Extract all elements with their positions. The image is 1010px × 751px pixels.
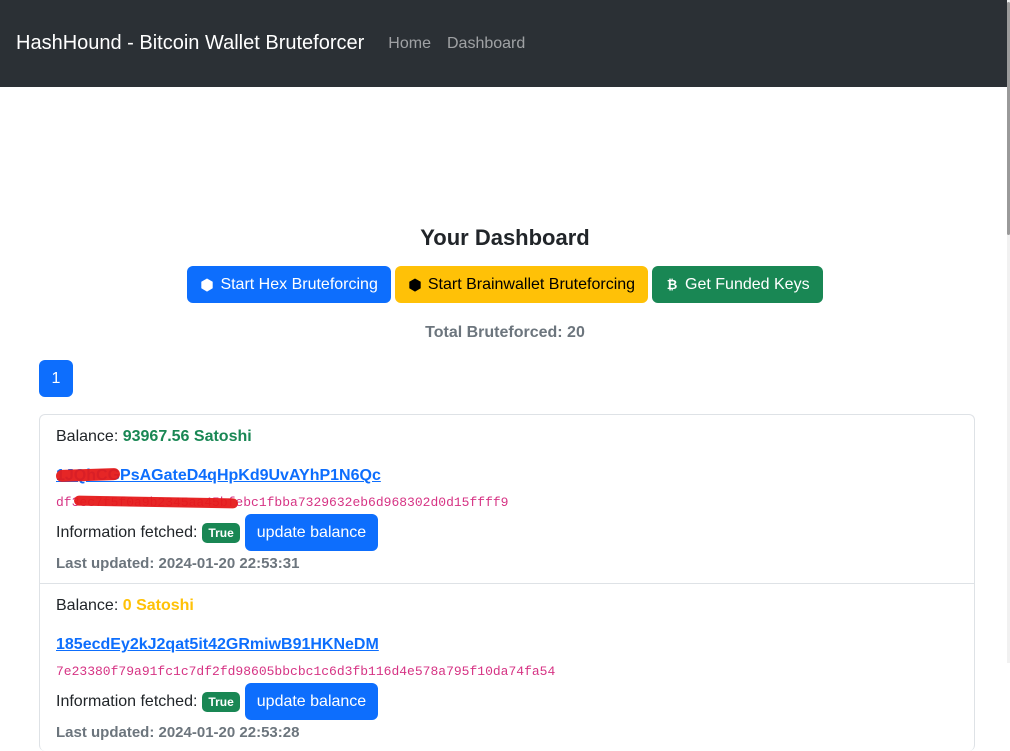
hexagon-filled-icon	[408, 277, 422, 292]
navbar: HashHound - Bitcoin Wallet Bruteforcer H…	[0, 0, 1010, 87]
balance-label: Balance:	[56, 597, 119, 614]
last-updated: Last updated: 2024-01-20 22:53:31	[56, 555, 300, 572]
navbar-brand[interactable]: HashHound - Bitcoin Wallet Bruteforcer	[16, 32, 364, 55]
wallet-list: Balance: 93967.56 Satoshi 1JQhCGPsAGateD…	[39, 414, 975, 751]
info-fetched-row: Information fetched: True update balance	[56, 514, 379, 551]
total-bruteforced: Total Bruteforced: 20	[425, 324, 585, 341]
nav-link-dashboard[interactable]: Dashboard	[447, 35, 525, 53]
bitcoin-icon: ₿	[666, 276, 678, 292]
fetched-status-badge: True	[202, 691, 240, 712]
info-fetched-row: Information fetched: True update balance	[56, 683, 379, 720]
wallet-address-link[interactable]: 185ecdEy2kJ2qat5it42GRmiwB91HKNeDM	[56, 636, 379, 654]
info-fetched-label: Information fetched:	[56, 692, 198, 710]
start-hex-bruteforcing-button[interactable]: Start Hex Bruteforcing	[187, 266, 391, 303]
balance-line: Balance: 0 Satoshi	[56, 597, 194, 615]
balance-label: Balance:	[56, 428, 119, 445]
get-funded-keys-button[interactable]: ₿ Get Funded Keys	[652, 266, 823, 303]
balance-amount: 93967.56 Satoshi	[122, 428, 252, 445]
nav-link-home[interactable]: Home	[388, 35, 431, 53]
page-title: Your Dashboard	[420, 225, 590, 250]
balance-amount: 0 Satoshi	[122, 597, 194, 614]
pagination-page-1[interactable]: 1	[39, 360, 73, 397]
balance-line: Balance: 93967.56 Satoshi	[56, 428, 252, 446]
update-balance-button[interactable]: update balance	[244, 514, 379, 551]
start-brainwallet-bruteforcing-button[interactable]: Start Brainwallet Bruteforcing	[394, 266, 649, 303]
fetched-status-badge: True	[202, 522, 240, 543]
last-updated: Last updated: 2024-01-20 22:53:28	[56, 724, 300, 741]
redaction-mark	[55, 467, 121, 483]
get-funded-keys-label: Get Funded Keys	[685, 275, 810, 293]
wallet-list-item: Balance: 0 Satoshi 185ecdEy2kJ2qat5it42G…	[40, 583, 974, 751]
action-buttons: Start Hex Bruteforcing Start Brainwallet…	[0, 266, 1010, 303]
start-hex-label: Start Hex Bruteforcing	[220, 275, 378, 293]
update-balance-button[interactable]: update balance	[244, 683, 379, 720]
wallet-list-item: Balance: 93967.56 Satoshi 1JQhCGPsAGateD…	[40, 415, 974, 583]
hexagon-outline-icon	[200, 277, 214, 292]
info-fetched-label: Information fetched:	[56, 523, 198, 541]
private-key-hex: 7e23380f79a91fc1c7df2fd98605bbcbc1c6d3fb…	[56, 664, 556, 679]
start-brainwallet-label: Start Brainwallet Bruteforcing	[427, 275, 636, 293]
